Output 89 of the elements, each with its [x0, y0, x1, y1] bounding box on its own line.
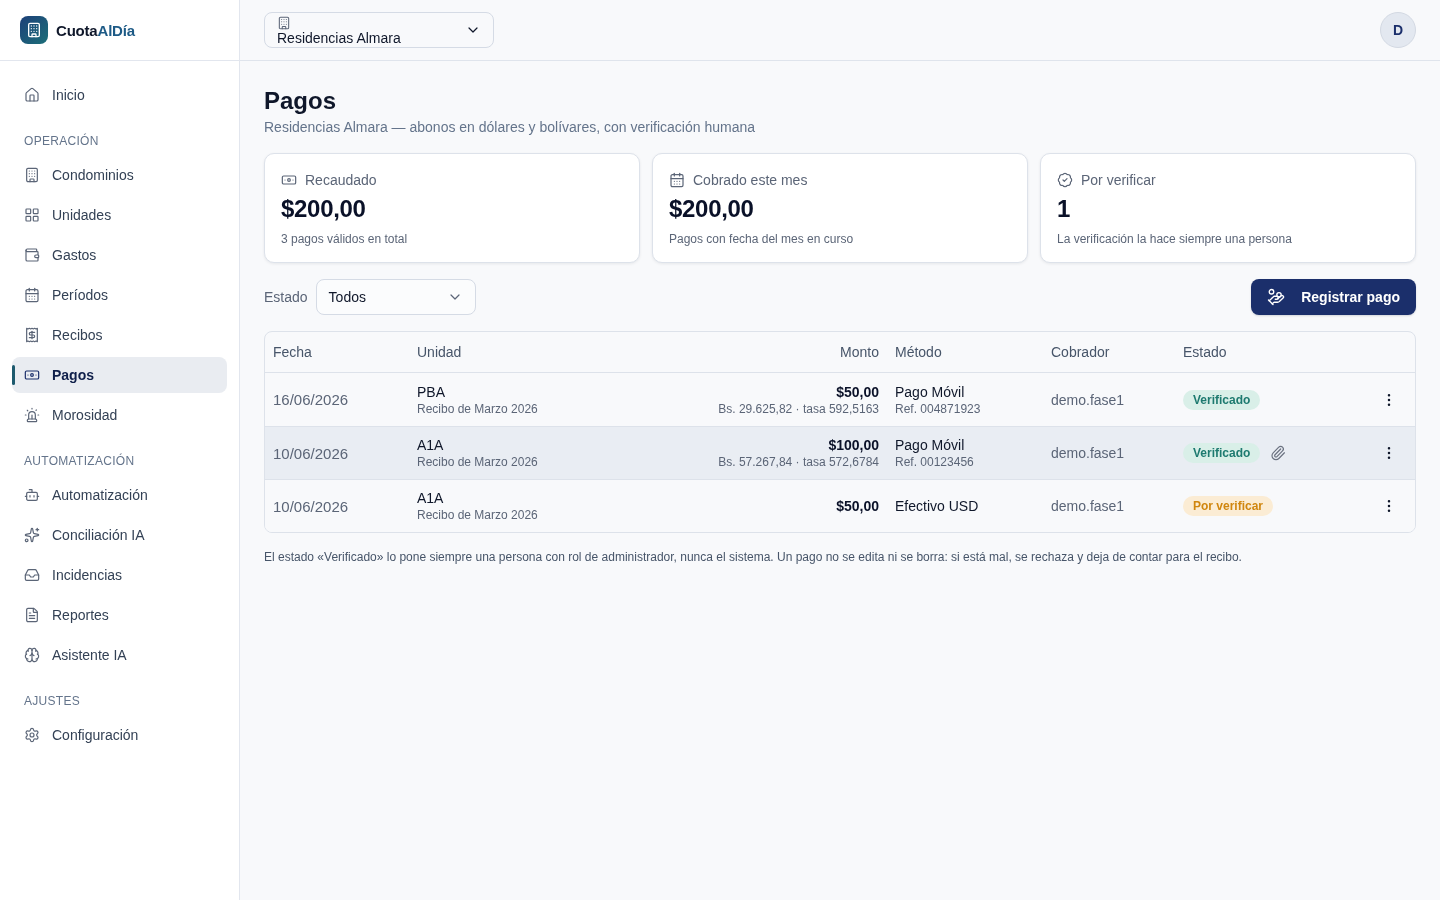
status-badge: Verificado — [1183, 389, 1261, 410]
footnote-text: El estado «Verificado» lo pone siempre una persona con rol de administrador, nunca el sistema. Un pago no se edita ni se borra: si está mal, se rechaza y deja de contar para el recibo. — [264, 549, 1243, 565]
nav-item[interactable]: Condominios — [12, 157, 227, 193]
nav-item[interactable]: Reportes — [12, 597, 227, 633]
method-text: Pago Móvil — [895, 436, 965, 454]
nav-item[interactable]: Recibos — [12, 317, 227, 353]
column-header: Método — [894, 344, 943, 360]
collector-text: demo.fase1 — [1051, 391, 1125, 408]
building-icon — [277, 16, 291, 30]
amount-text: $50,00 — [836, 497, 879, 515]
table-row[interactable]: 10/06/2026 A1A Recibo de Marzo 2026 $100,00 Bs. 57.267,84 · tasa 572,6784 Pago Móvil Ref. 00123456 demo.fase1 Verificado — [265, 426, 1415, 479]
column-header: Fecha — [272, 344, 313, 360]
amount-text: $100,00 — [828, 436, 879, 454]
stat-caption: La verificación la hace siempre una persona — [1057, 231, 1293, 247]
filter-label: Estado — [264, 289, 308, 305]
nav-section-heading: OPERACIÓN — [23, 133, 100, 149]
register-payment-button[interactable]: Registrar pago — [1251, 279, 1416, 315]
stat-value: $200,00 — [281, 194, 367, 224]
nav-item[interactable]: Morosidad — [12, 397, 227, 433]
calendar-icon — [24, 287, 40, 303]
nav-section-heading: AJUSTES — [23, 693, 82, 709]
table-row[interactable]: 10/06/2026 A1A Recibo de Marzo 2026 $50,00 Efectivo USD demo.fase1 Por verificar — [265, 479, 1415, 532]
date-text: 16/06/2026 — [273, 391, 349, 408]
unit-name: PBA — [417, 382, 445, 401]
reference-text: Ref. 004871923 — [895, 400, 981, 417]
nav-item[interactable]: Automatización — [12, 477, 227, 513]
stat-label: Por verificar — [1081, 172, 1156, 188]
grid-icon — [24, 207, 40, 223]
column-header: Estado — [1182, 344, 1228, 360]
stat-label: Recaudado — [305, 172, 377, 188]
sparkles-icon — [24, 527, 40, 543]
status-select[interactable]: Todos — [315, 279, 476, 315]
receipt-icon — [24, 327, 40, 343]
status-badge: Por verificar — [1183, 496, 1274, 516]
collector-text: demo.fase1 — [1051, 498, 1125, 514]
column-header: Monto — [839, 344, 880, 360]
badge-check-icon — [1057, 172, 1073, 188]
nav-item[interactable]: Gastos — [12, 237, 227, 273]
page-title: Pagos — [264, 86, 338, 116]
logo-icon — [20, 16, 48, 44]
brand-name: CuotaAlDía — [56, 21, 135, 39]
building-icon — [24, 167, 40, 183]
inbox-icon — [24, 567, 40, 583]
stat-label: Cobrado este mes — [693, 172, 808, 188]
stat-value: 1 — [1057, 194, 1072, 224]
paperclip-icon[interactable] — [1270, 445, 1287, 461]
date-text: 10/06/2026 — [273, 444, 349, 462]
receipt-label: Recibo de Marzo 2026 — [417, 507, 538, 523]
amount-detail: Bs. 29.625,82 · tasa 592,5163 — [718, 400, 879, 417]
wallet-icon — [24, 247, 40, 263]
document-icon — [24, 607, 40, 623]
nav-item[interactable]: Configuración — [12, 717, 227, 753]
banknote-icon — [281, 172, 297, 188]
nav-item[interactable]: Pagos — [12, 357, 227, 393]
unit-name: A1A — [417, 436, 444, 454]
column-header: Cobrador — [1050, 344, 1111, 360]
robot-icon — [24, 487, 40, 503]
date-text: 10/06/2026 — [273, 497, 349, 515]
status-badge: Verificado — [1183, 443, 1261, 463]
nav-item[interactable]: Inicio — [12, 77, 227, 113]
nav-item[interactable]: Períodos — [12, 277, 227, 313]
hand-coins-icon — [1267, 288, 1286, 306]
receipt-label: Recibo de Marzo 2026 — [417, 454, 538, 470]
receipt-label: Recibo de Marzo 2026 — [417, 400, 538, 417]
banknote-icon — [24, 367, 40, 383]
stat-caption: Pagos con fecha del mes en curso — [669, 231, 855, 247]
amount-text: $50,00 — [836, 382, 879, 401]
nav-item[interactable]: Incidencias — [12, 557, 227, 593]
nav-item[interactable]: Unidades — [12, 197, 227, 233]
user-avatar[interactable]: D — [1380, 12, 1416, 48]
stat-value: $200,00 — [669, 194, 755, 224]
nav-item[interactable]: Asistente IA — [12, 637, 227, 673]
stat-caption: 3 pagos válidos en total — [281, 231, 409, 247]
nav-item[interactable]: Conciliación IA — [12, 517, 227, 553]
column-header: Unidad — [416, 344, 463, 360]
siren-icon — [24, 407, 40, 423]
settings-icon — [24, 727, 40, 743]
amount-detail: Bs. 57.267,84 · tasa 572,6784 — [718, 454, 879, 470]
nav-section-heading: AUTOMATIZACIÓN — [23, 453, 136, 469]
method-text: Efectivo USD — [895, 497, 979, 515]
calendar-icon — [669, 172, 685, 188]
method-text: Pago Móvil — [895, 382, 965, 401]
condominium-select[interactable]: Residencias Almara — [264, 12, 494, 48]
page-subtitle: Residencias Almara — abonos en dólares y bolívares, con verificación humana — [264, 118, 757, 137]
brain-icon — [24, 647, 40, 663]
house-icon — [24, 87, 40, 103]
reference-text: Ref. 00123456 — [895, 454, 974, 470]
collector-text: demo.fase1 — [1051, 445, 1125, 461]
unit-name: A1A — [417, 489, 444, 507]
